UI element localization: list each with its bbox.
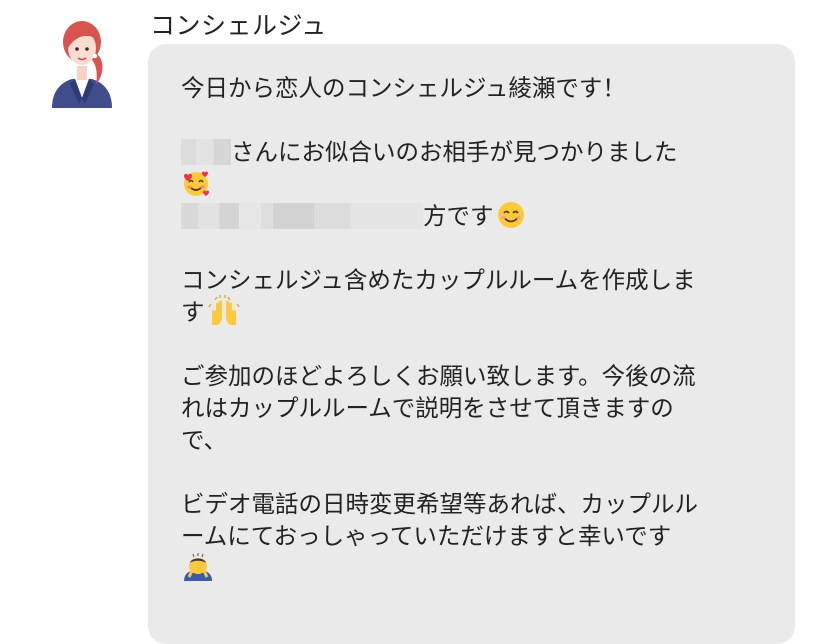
message-line-text: さんにお似合いのお相手が見つかりました [231,138,678,166]
message-line-text: 方です [423,202,494,230]
sender-name: コンシェルジュ [150,11,327,40]
message-line: 今日から恋人のコンシェルジュ綾瀬です！ [181,74,626,102]
concierge-avatar[interactable] [48,12,116,108]
message-line: 方です [181,200,526,233]
message-line [181,552,215,586]
raising-hands-icon [207,294,240,325]
smiling-face-with-smiling-eyes-icon [497,201,524,228]
message-line: さんにお似合いのお相手が見つかりました [181,136,678,168]
redacted-username [181,138,231,165]
message-line: れはカップルルームで説明をさせて頂きますの [181,394,674,422]
message-line: コンシェルジュ含めたカップルルームを作成しま [181,266,696,294]
message-line: で、 [181,426,228,454]
message-bubble[interactable]: 今日から恋人のコンシェルジュ綾瀬です！ さんにお似合いのお相手が見つかりました … [148,44,795,644]
smiling-face-with-hearts-icon [184,171,209,196]
message-line: ビデオ電話の日時変更希望等あれば、カップルル [181,490,698,518]
message-line: ご参加のほどよろしくお願い致します。今後の流 [181,362,696,390]
message-line [181,168,211,201]
message-line: ームにておっしゃっていただけますと幸いです [181,522,672,550]
message-line-text: す [181,298,205,326]
redacted-partner-name [181,202,423,229]
person-bowing-icon [184,552,212,581]
message-line: す [181,294,241,330]
